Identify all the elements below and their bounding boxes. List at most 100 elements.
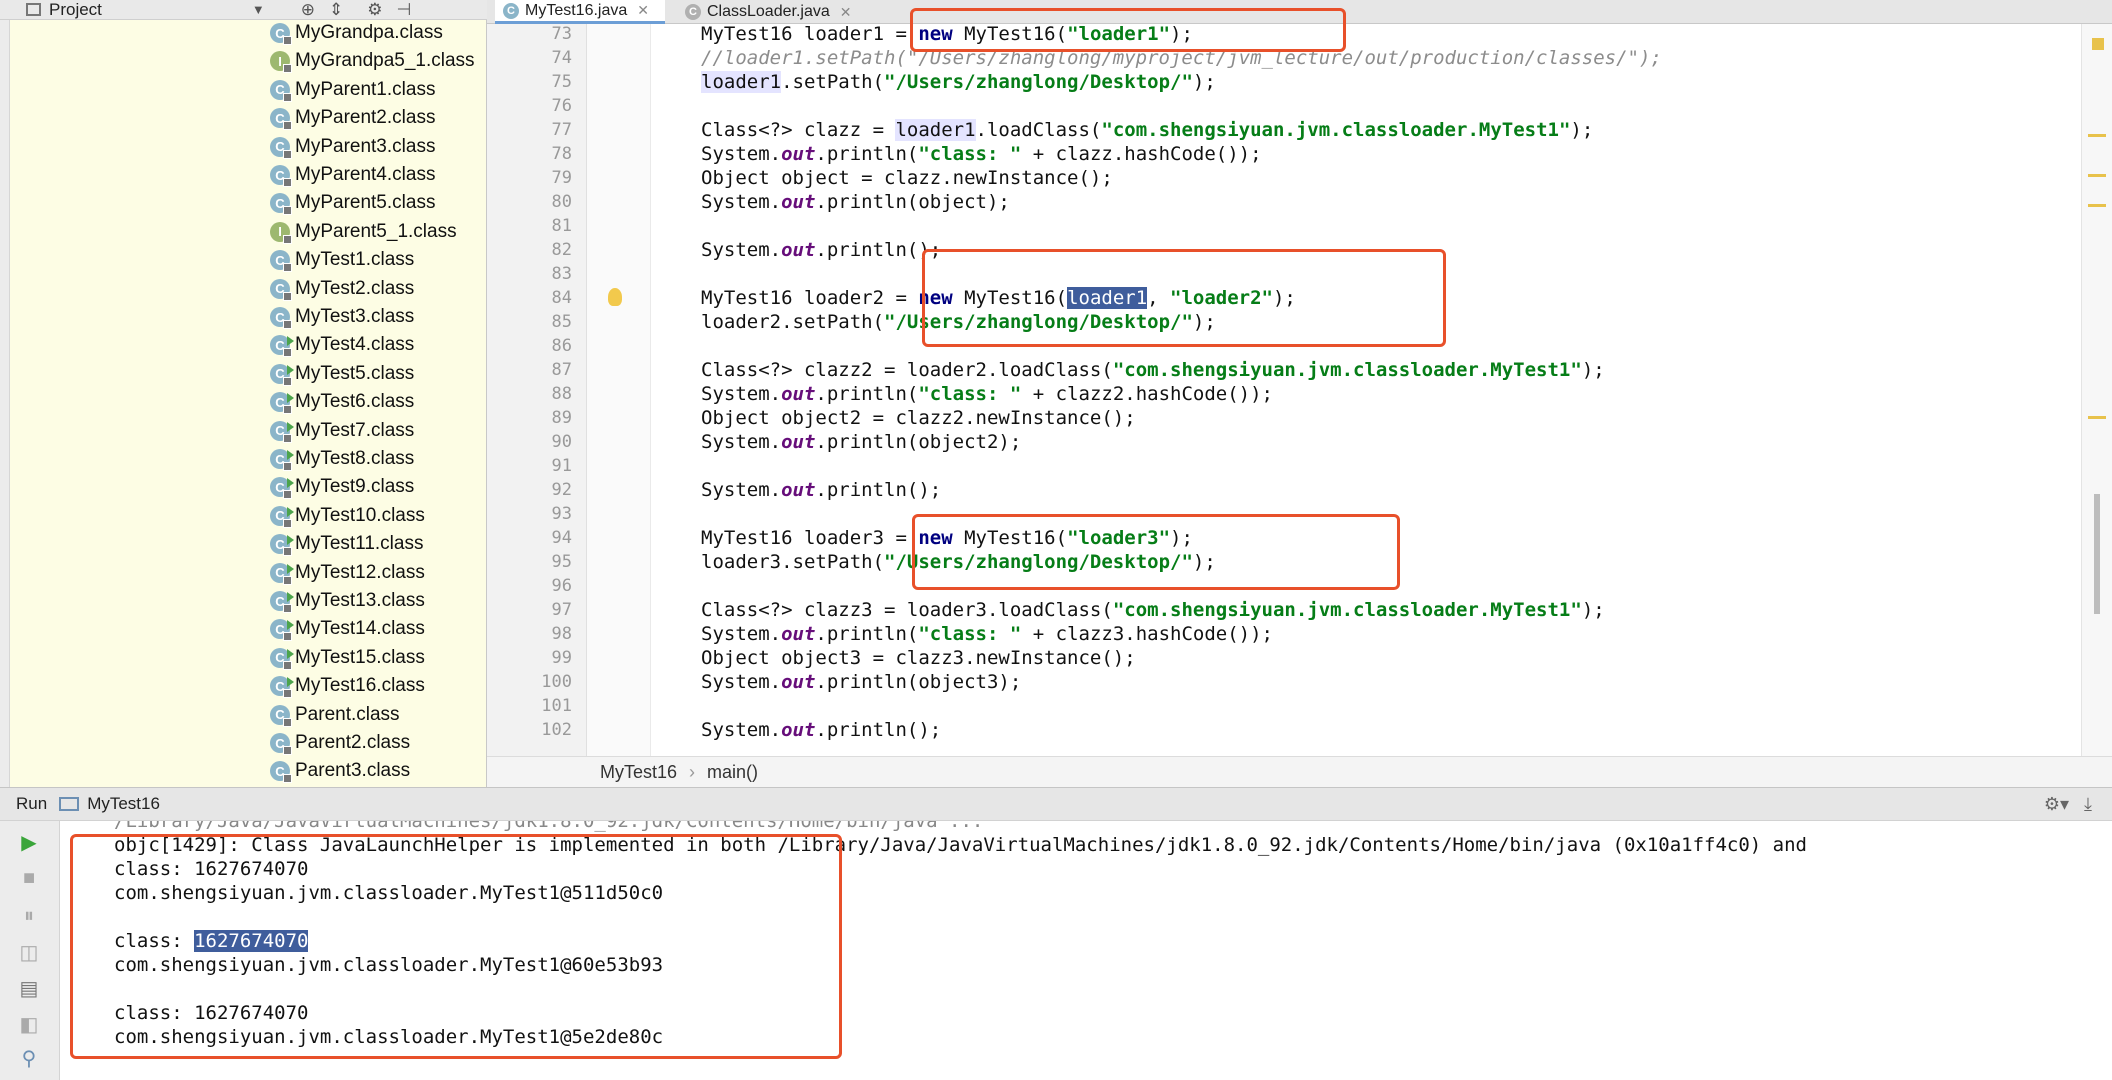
code-line[interactable]: Object object2 = clazz2.newInstance(); <box>701 406 1136 430</box>
hide-panel-icon[interactable]: ⊣ <box>397 0 412 20</box>
tree-item[interactable]: C MyTest3.class <box>270 303 414 331</box>
code-token: out <box>781 623 816 645</box>
run-panel-label[interactable]: Run <box>16 794 47 814</box>
code-line[interactable]: System.out.println(); <box>701 478 941 502</box>
tab-mytest16[interactable]: C MyTest16.java ✕ <box>495 0 665 24</box>
code-token: .loadClass( <box>975 119 1102 141</box>
tree-item[interactable]: I MyParent5_1.class <box>270 218 457 246</box>
pin-icon[interactable]: ⚲ <box>18 1047 40 1070</box>
code-line[interactable]: Object object = clazz.newInstance(); <box>701 166 1113 190</box>
tree-item[interactable]: C Parent.class <box>270 701 400 729</box>
error-stripe-mark[interactable] <box>2088 416 2106 419</box>
code-line[interactable]: System.out.println(); <box>701 238 941 262</box>
code-line[interactable]: Class<?> clazz = loader1.loadClass("com.… <box>701 118 1593 142</box>
code-editor[interactable]: MyTest16 loader1 = new MyTest16("loader1… <box>651 24 2081 756</box>
close-icon[interactable]: ✕ <box>840 4 852 21</box>
code-token: MyTest16 loader2 = <box>701 287 919 309</box>
chevron-right-icon: › <box>689 761 696 782</box>
tree-item[interactable]: C MyTest1.class <box>270 246 414 274</box>
tree-item[interactable]: C MyParent5.class <box>270 189 435 217</box>
error-stripe-mark[interactable] <box>2088 174 2106 177</box>
tree-item[interactable]: C MyParent4.class <box>270 161 435 189</box>
class-icon: C <box>270 23 292 45</box>
dump-threads-icon[interactable]: ◫ <box>18 941 40 964</box>
tree-item[interactable]: C MyTest12.class <box>270 559 425 587</box>
tree-item[interactable]: C MyTest16.class <box>270 672 425 700</box>
code-line[interactable]: loader1.setPath("/Users/zhanglong/Deskto… <box>701 70 1216 94</box>
error-stripe-mark[interactable] <box>2088 204 2106 207</box>
scroll-thumb[interactable] <box>2094 494 2100 614</box>
line-number: 87 <box>551 360 572 380</box>
tree-item[interactable]: C MyParent3.class <box>270 133 435 161</box>
tree-item[interactable]: C MyTest4.class <box>270 331 414 359</box>
tree-item[interactable]: C MyGrandpa.class <box>270 20 443 47</box>
line-number: 94 <box>551 528 572 548</box>
tree-item-label: Parent.class <box>295 703 400 725</box>
tree-item[interactable]: C MyTest9.class <box>270 473 414 501</box>
code-token: System. <box>701 431 782 453</box>
code-token: .println( <box>815 143 919 165</box>
tree-item[interactable]: C MyTest13.class <box>270 587 425 615</box>
gear-icon[interactable]: ⚙▾ ⤓ <box>2044 794 2092 815</box>
line-number: 84 <box>551 288 572 308</box>
tree-item[interactable]: C MyParent2.class <box>270 104 435 132</box>
tree-item[interactable]: I MyGrandpa5_1.class <box>270 47 475 75</box>
collapse-icon[interactable]: ⇕ <box>329 0 343 20</box>
line-number: 82 <box>551 240 572 260</box>
code-line[interactable]: Class<?> clazz3 = loader3.loadClass("com… <box>701 598 1605 622</box>
tree-item[interactable]: C MyTest15.class <box>270 644 425 672</box>
close-icon[interactable]: ✕ <box>637 2 649 19</box>
annotation-box <box>70 834 842 1059</box>
code-line[interactable]: System.out.println("class: " + clazz.has… <box>701 142 1262 166</box>
code-line[interactable]: System.out.println("class: " + clazz2.ha… <box>701 382 1273 406</box>
chevron-down-icon[interactable]: ▼ <box>252 2 265 17</box>
class-icon: C <box>270 278 292 301</box>
tree-item[interactable]: C MyTest2.class <box>270 275 414 303</box>
stop-icon[interactable]: ■ <box>18 867 40 889</box>
code-token: out <box>781 431 816 453</box>
tree-item[interactable]: C Parent2.class <box>270 729 410 757</box>
breadcrumb-method[interactable]: main() <box>707 762 758 783</box>
tree-item[interactable]: C MyTest10.class <box>270 502 425 530</box>
inspection-status-icon[interactable] <box>2092 38 2104 50</box>
code-line[interactable]: Object object3 = clazz3.newInstance(); <box>701 646 1136 670</box>
line-number: 99 <box>551 648 572 668</box>
tree-item-label: MyTest10.class <box>295 504 425 526</box>
tree-item[interactable]: C MyTest7.class <box>270 417 414 445</box>
code-line[interactable]: System.out.println(object2); <box>701 430 1021 454</box>
target-icon[interactable]: ⊕ <box>301 0 315 20</box>
tree-item-label: MyTest6.class <box>295 391 415 413</box>
code-token: MyTest16 loader3 = <box>701 527 919 549</box>
code-line[interactable]: System.out.println("class: " + clazz3.ha… <box>701 622 1273 646</box>
restore-layout-icon[interactable]: ◧ <box>18 1013 40 1036</box>
lightbulb-icon[interactable] <box>608 288 622 306</box>
code-line[interactable]: System.out.println(object3); <box>701 670 1021 694</box>
code-line[interactable]: System.out.println(); <box>701 718 941 742</box>
tree-item[interactable]: C MyTest8.class <box>270 445 414 473</box>
code-token: MyTest16 loader1 = <box>701 24 919 45</box>
tree-item[interactable]: C MyTest5.class <box>270 360 414 388</box>
breadcrumb-class[interactable]: MyTest16 <box>600 762 677 783</box>
tree-item[interactable]: C MyTest6.class <box>270 388 414 416</box>
rerun-icon[interactable]: ▶ <box>18 831 40 854</box>
line-number: 80 <box>551 192 572 212</box>
tree-item[interactable]: C MyTest14.class <box>270 615 425 643</box>
error-stripe-mark[interactable] <box>2088 134 2106 137</box>
editor-scrollbar[interactable] <box>2081 24 2112 756</box>
tree-item[interactable]: C MyTest11.class <box>270 530 423 558</box>
code-line[interactable]: System.out.println(object); <box>701 190 1010 214</box>
project-panel-header[interactable]: Project ▼ ⊕ ⇕ ⚙ ⊣ <box>0 0 487 20</box>
tab-classloader[interactable]: C ClassLoader.java ✕ <box>677 0 867 24</box>
tree-item[interactable]: C MyParent1.class <box>270 76 435 104</box>
class-icon: C <box>270 193 292 216</box>
code-token: System. <box>701 383 782 405</box>
line-number: 101 <box>541 696 572 716</box>
pause-icon[interactable]: ⏸ <box>18 905 40 927</box>
tree-item-label: MyTest16.class <box>295 675 425 697</box>
run-config-name[interactable]: MyTest16 <box>87 794 160 814</box>
code-line[interactable]: Class<?> clazz2 = loader2.loadClass("com… <box>701 358 1605 382</box>
gear-icon[interactable]: ⚙ <box>367 0 382 20</box>
code-token: out <box>781 383 816 405</box>
tree-item[interactable]: C Parent3.class <box>270 757 410 785</box>
layout-icon[interactable]: ▤ <box>18 977 40 1000</box>
